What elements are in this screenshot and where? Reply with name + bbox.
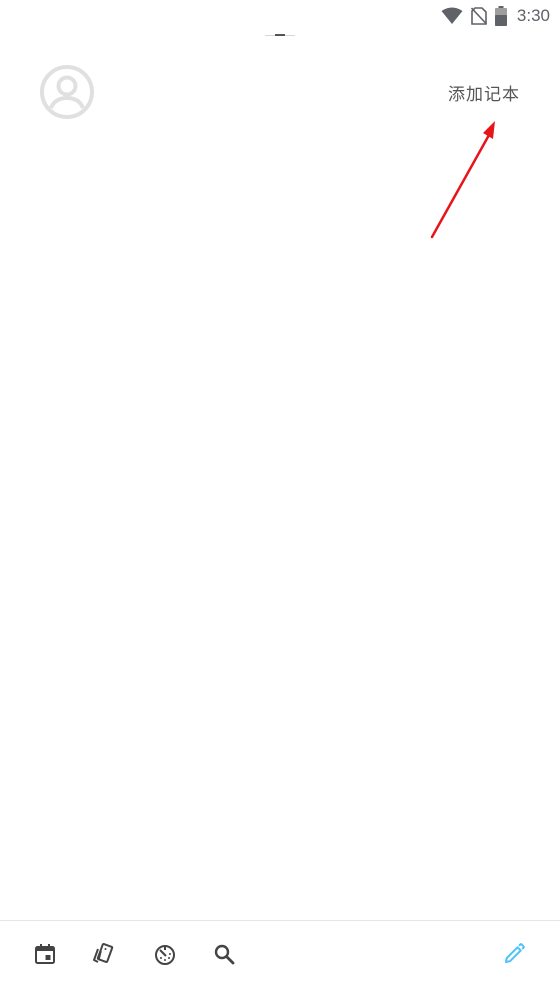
calendar-icon[interactable] — [30, 939, 60, 969]
timer-icon[interactable] — [150, 939, 180, 969]
add-notebook-button[interactable]: 添加记本 — [448, 80, 520, 105]
no-sim-icon — [470, 7, 487, 25]
drag-handle[interactable] — [265, 34, 295, 37]
battery-icon — [494, 6, 507, 26]
cards-icon[interactable] — [89, 939, 119, 969]
search-icon[interactable] — [209, 939, 239, 969]
account-circle-icon[interactable] — [39, 64, 95, 120]
screen: 3:30 添加记本 — [0, 0, 560, 996]
annotation-arrow — [430, 121, 495, 239]
bottom-toolbar — [0, 920, 560, 996]
status-time: 3:30 — [516, 6, 550, 25]
edit-pencil-icon[interactable] — [499, 939, 529, 969]
wifi-icon — [441, 7, 463, 25]
status-bar: 3:30 — [0, 0, 560, 32]
